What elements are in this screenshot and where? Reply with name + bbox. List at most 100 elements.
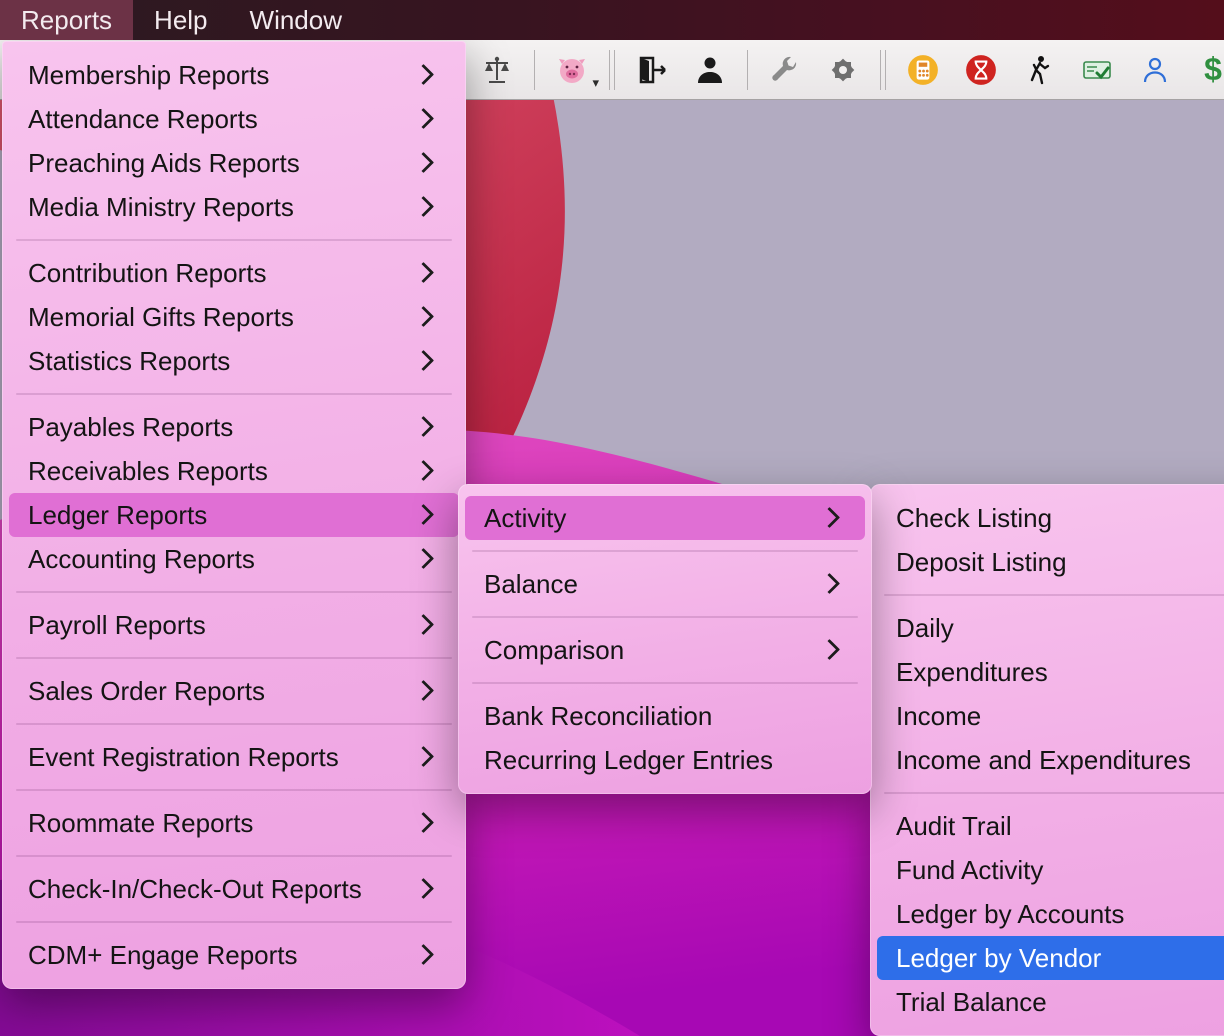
- menu-item-label: Bank Reconciliation: [484, 701, 712, 731]
- toolbar-double-divider: [609, 50, 615, 90]
- menu-item-media-ministry-reports[interactable]: Media Ministry Reports: [9, 185, 459, 229]
- submenu-chevron-icon: [413, 350, 434, 371]
- menu-item-trial-balance[interactable]: Trial Balance: [877, 980, 1224, 1024]
- menu-item-recurring-ledger-entries[interactable]: Recurring Ledger Entries: [465, 738, 865, 782]
- menu-item-payroll-reports[interactable]: Payroll Reports: [9, 603, 459, 647]
- wrench-toolbar-button[interactable]: [762, 47, 808, 93]
- menu-item-expenditures[interactable]: Expenditures: [877, 650, 1224, 694]
- menu-item-check-listing[interactable]: Check Listing: [877, 496, 1224, 540]
- menu-item-label: Attendance Reports: [28, 104, 258, 134]
- exit-door-toolbar-button[interactable]: [629, 47, 675, 93]
- menu-item-accounting-reports[interactable]: Accounting Reports: [9, 537, 459, 581]
- menu-item-audit-trail[interactable]: Audit Trail: [877, 804, 1224, 848]
- menu-item-payables-reports[interactable]: Payables Reports: [9, 405, 459, 449]
- menubar: ReportsHelpWindow: [0, 0, 1224, 40]
- menu-item-label: Income and Expenditures: [896, 745, 1191, 775]
- menu-item-membership-reports[interactable]: Membership Reports: [9, 53, 459, 97]
- menubar-item-reports[interactable]: Reports: [0, 0, 133, 40]
- gear-icon: [827, 54, 859, 86]
- person-toolbar-button[interactable]: [687, 47, 733, 93]
- calculator-toolbar-button[interactable]: [900, 47, 946, 93]
- menu-item-label: Trial Balance: [896, 987, 1047, 1017]
- menu-item-label: Accounting Reports: [28, 544, 255, 574]
- menu-separator: [16, 393, 452, 395]
- ledger-reports-submenu: Activity Balance Comparison Bank Reconcilia…: [458, 484, 872, 794]
- menu-item-label: Payables Reports: [28, 412, 233, 442]
- menu-item-label: Check-In/Check-Out Reports: [28, 874, 362, 904]
- wrench-icon: [769, 54, 801, 86]
- menu-item-label: Audit Trail: [896, 811, 1012, 841]
- menu-separator: [16, 723, 452, 725]
- menu-item-label: Event Registration Reports: [28, 742, 339, 772]
- menu-item-preaching-aids-reports[interactable]: Preaching Aids Reports: [9, 141, 459, 185]
- hourglass-icon: [964, 53, 998, 87]
- walking-person-toolbar-button[interactable]: [1016, 47, 1062, 93]
- submenu-chevron-icon: [819, 573, 840, 594]
- menu-item-label: Sales Order Reports: [28, 676, 265, 706]
- submenu-chevron-icon: [413, 548, 434, 569]
- menu-item-activity[interactable]: Activity: [465, 496, 865, 540]
- menu-item-deposit-listing[interactable]: Deposit Listing: [877, 540, 1224, 584]
- dollar-icon: $: [1204, 51, 1222, 88]
- dollar-toolbar-button[interactable]: $: [1190, 47, 1224, 93]
- menu-item-label: Fund Activity: [896, 855, 1043, 885]
- menu-item-attendance-reports[interactable]: Attendance Reports: [9, 97, 459, 141]
- menu-separator: [16, 855, 452, 857]
- submenu-chevron-icon: [413, 878, 434, 899]
- menu-item-ledger-reports[interactable]: Ledger Reports: [9, 493, 459, 537]
- submenu-chevron-icon: [819, 639, 840, 660]
- piggy-bank-toolbar-button[interactable]: ▾: [549, 47, 595, 93]
- menu-item-income-and-expenditures[interactable]: Income and Expenditures: [877, 738, 1224, 782]
- menu-separator: [472, 550, 858, 552]
- menu-item-label: Ledger by Vendor: [896, 943, 1101, 973]
- menu-item-label: Contribution Reports: [28, 258, 266, 288]
- menu-item-income[interactable]: Income: [877, 694, 1224, 738]
- submenu-chevron-icon: [413, 306, 434, 327]
- gear-toolbar-button[interactable]: [820, 47, 866, 93]
- menu-item-bank-reconciliation[interactable]: Bank Reconciliation: [465, 694, 865, 738]
- menu-item-ledger-by-accounts[interactable]: Ledger by Accounts: [877, 892, 1224, 936]
- menubar-item-help[interactable]: Help: [133, 0, 228, 40]
- menu-item-cdm-engage-reports[interactable]: CDM+ Engage Reports: [9, 933, 459, 977]
- menu-item-label: Ledger Reports: [28, 500, 207, 530]
- menu-item-memorial-gifts-reports[interactable]: Memorial Gifts Reports: [9, 295, 459, 339]
- menu-item-sales-order-reports[interactable]: Sales Order Reports: [9, 669, 459, 713]
- toolbar-divider: [747, 50, 748, 90]
- menu-item-balance[interactable]: Balance: [465, 562, 865, 606]
- menu-separator: [16, 921, 452, 923]
- hourglass-toolbar-button[interactable]: [958, 47, 1004, 93]
- menu-item-fund-activity[interactable]: Fund Activity: [877, 848, 1224, 892]
- scales-toolbar-button[interactable]: [474, 47, 520, 93]
- menu-item-contribution-reports[interactable]: Contribution Reports: [9, 251, 459, 295]
- menubar-item-window[interactable]: Window: [229, 0, 363, 40]
- menu-item-roommate-reports[interactable]: Roommate Reports: [9, 801, 459, 845]
- submenu-chevron-icon: [413, 262, 434, 283]
- submenu-chevron-icon: [413, 944, 434, 965]
- menu-item-label: Membership Reports: [28, 60, 269, 90]
- submenu-chevron-icon: [819, 507, 840, 528]
- menu-item-label: Ledger by Accounts: [896, 899, 1124, 929]
- submenu-chevron-icon: [413, 680, 434, 701]
- scales-icon: [481, 54, 513, 86]
- menu-item-receivables-reports[interactable]: Receivables Reports: [9, 449, 459, 493]
- menu-separator: [16, 789, 452, 791]
- submenu-chevron-icon: [413, 152, 434, 173]
- menu-item-statistics-reports[interactable]: Statistics Reports: [9, 339, 459, 383]
- menu-item-label: Payroll Reports: [28, 610, 206, 640]
- check-toolbar-button[interactable]: [1074, 47, 1120, 93]
- menu-item-daily[interactable]: Daily: [877, 606, 1224, 650]
- reports-dropdown-menu: Membership Reports Attendance Reports Prea…: [2, 41, 466, 989]
- submenu-chevron-icon: [413, 614, 434, 635]
- activity-submenu: Check Listing Deposit Listing DailyExpendi…: [870, 484, 1224, 1036]
- piggy-bank-icon: [556, 54, 588, 86]
- menu-separator: [472, 616, 858, 618]
- menu-item-ledger-by-vendor[interactable]: Ledger by Vendor: [877, 936, 1224, 980]
- menu-item-check-in-check-out-reports[interactable]: Check-In/Check-Out Reports: [9, 867, 459, 911]
- menu-item-event-registration-reports[interactable]: Event Registration Reports: [9, 735, 459, 779]
- menu-item-label: Deposit Listing: [896, 547, 1067, 577]
- submenu-chevron-icon: [413, 64, 434, 85]
- menu-separator: [472, 682, 858, 684]
- menu-item-label: Receivables Reports: [28, 456, 268, 486]
- person-outline-toolbar-button[interactable]: [1132, 47, 1178, 93]
- menu-item-comparison[interactable]: Comparison: [465, 628, 865, 672]
